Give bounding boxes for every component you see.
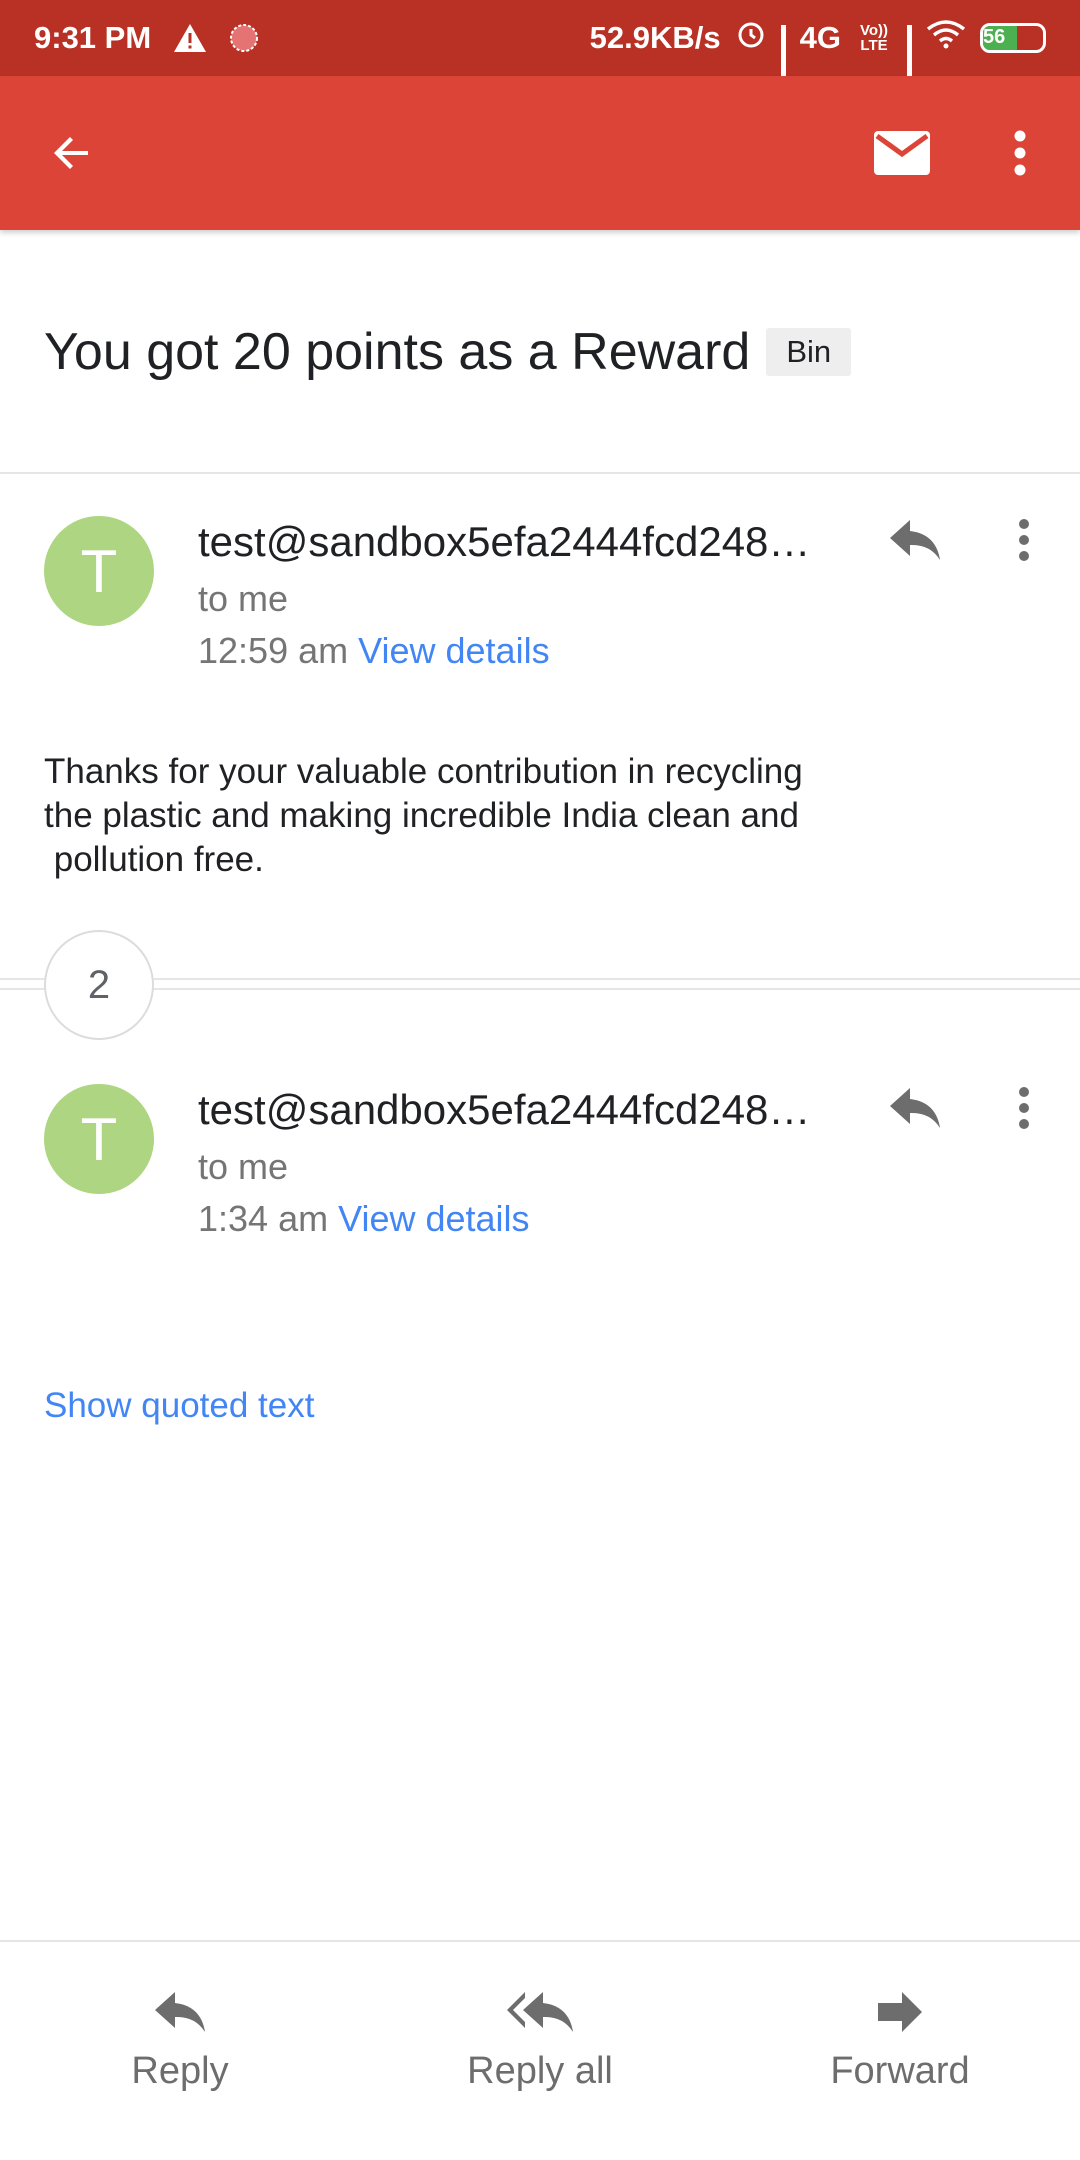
mark-unread-button[interactable] [866, 121, 938, 185]
signal-strength-icon-2 [907, 25, 912, 88]
more-vert-icon [1019, 519, 1029, 561]
network-speed: 52.9KB/s [589, 20, 721, 55]
message-time: 12:59 am [198, 630, 349, 671]
app-bar [0, 76, 1080, 230]
message-time-row: 12:59 am View details [198, 630, 550, 672]
more-options-button[interactable] [988, 121, 1052, 185]
sender-address[interactable]: test@sandbox5efa2444fcd248… [198, 1086, 810, 1134]
reply-icon [890, 520, 940, 560]
reply-icon [890, 1088, 940, 1128]
message-more-button[interactable] [1004, 510, 1044, 570]
reply-all-button[interactable]: Reply all [390, 1982, 690, 2093]
message-time: 1:34 am [198, 1198, 329, 1239]
message-body: Thanks for your valuable contribution in… [44, 750, 944, 882]
app-notification-icon [229, 23, 259, 53]
message-body-line: Thanks for your valuable contribution in… [44, 752, 803, 791]
message-more-button[interactable] [1004, 1078, 1044, 1138]
message-time-row: 1:34 am View details [198, 1198, 530, 1240]
status-bar: 9:31 PM 52.9KB/s 4G Vo)) LTE 56 [0, 0, 1080, 88]
reply-all-label: Reply all [467, 2050, 613, 2092]
battery-icon: 56 [980, 23, 1046, 53]
recipient-label: to me [198, 578, 289, 619]
wifi-icon [926, 19, 966, 57]
more-vert-icon [1014, 130, 1026, 176]
view-details-link[interactable]: View details [338, 1198, 529, 1239]
subject-row: You got 20 points as a Reward Bin [44, 322, 852, 382]
network-type: 4G [799, 20, 841, 55]
recipient-label: to me [198, 1146, 289, 1187]
sender-avatar[interactable]: T [44, 1084, 154, 1194]
message-body-line: pollution free. [44, 840, 264, 879]
forward-button[interactable]: Forward [750, 1982, 1050, 2093]
show-quoted-text-link[interactable]: Show quoted text [44, 1386, 314, 1426]
battery-level: 56 [983, 26, 1006, 48]
back-button[interactable] [40, 121, 104, 185]
message-reply-button[interactable] [880, 1078, 950, 1138]
forward-label: Forward [830, 2050, 970, 2092]
bottom-action-bar: Reply Reply all Forward [0, 1940, 1080, 2160]
collapsed-messages-count[interactable]: 2 [44, 930, 154, 1040]
subject-divider [0, 472, 1080, 474]
reply-icon [153, 1982, 207, 2042]
message-reply-button[interactable] [880, 510, 950, 570]
label-chip[interactable]: Bin [766, 328, 852, 376]
collapsed-divider-bottom [0, 988, 1080, 990]
email-subject: You got 20 points as a Reward [44, 323, 751, 381]
reply-label: Reply [131, 2050, 229, 2092]
arrow-back-icon [54, 137, 88, 169]
more-vert-icon [1019, 1087, 1029, 1129]
volte-label: Vo)) LTE [859, 22, 889, 54]
sender-address[interactable]: test@sandbox5efa2444fcd248… [198, 518, 810, 566]
view-details-link[interactable]: View details [358, 630, 549, 671]
alarm-icon [735, 18, 767, 58]
reply-all-icon [505, 1982, 575, 2042]
reply-button[interactable]: Reply [30, 1982, 330, 2093]
signal-strength-icon [780, 25, 786, 88]
forward-icon [876, 1982, 924, 2042]
message-body-line: the plastic and making incredible India … [44, 796, 799, 835]
collapsed-divider-top [0, 978, 1080, 980]
status-time: 9:31 PM [34, 20, 152, 55]
warning-icon [173, 23, 207, 53]
sender-avatar[interactable]: T [44, 516, 154, 626]
mail-icon [874, 131, 930, 175]
